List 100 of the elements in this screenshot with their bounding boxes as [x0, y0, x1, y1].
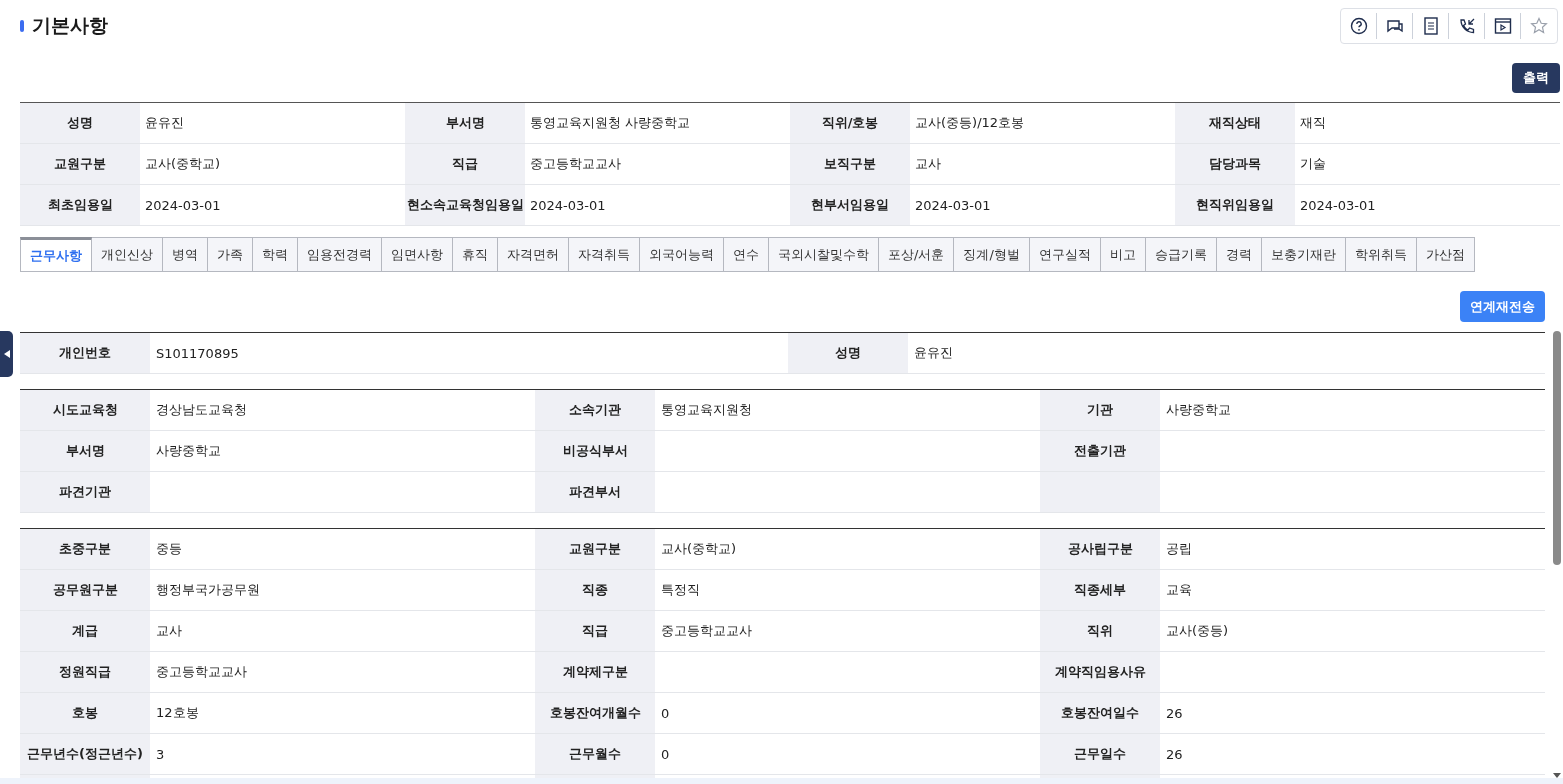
- field-label: 소속기관: [535, 390, 655, 430]
- field-label: 근무월수: [535, 734, 655, 774]
- field-value: 공립: [1165, 540, 1193, 558]
- field-value: 경상남도교육청: [155, 401, 248, 419]
- field-label: 직급: [535, 611, 655, 651]
- field-value: 3: [155, 745, 166, 764]
- field-label: 현부서임용일: [790, 185, 910, 225]
- field-value: 0: [660, 745, 671, 764]
- tab[interactable]: 가산점: [1416, 237, 1475, 272]
- tab[interactable]: 휴직: [453, 237, 498, 272]
- field-value: 윤유진: [144, 114, 185, 132]
- tab[interactable]: 포상/서훈: [879, 237, 955, 272]
- field-label: 교원구분: [535, 529, 655, 569]
- field-value: 12호봉: [155, 704, 200, 722]
- field-label: 보직구분: [790, 144, 910, 184]
- field-value: 교사(중학교): [660, 540, 738, 558]
- field-label: 파견기관: [20, 472, 150, 512]
- field-label: 직급: [405, 144, 525, 184]
- resend-button[interactable]: 연계재전송: [1460, 291, 1545, 322]
- tab[interactable]: 국외시찰및수학: [769, 237, 879, 272]
- field-label: 비공식부서: [535, 431, 655, 471]
- tab[interactable]: 학위취득: [1345, 237, 1417, 272]
- field-label: 직종: [535, 570, 655, 610]
- tab[interactable]: 경력: [1216, 237, 1262, 272]
- tab[interactable]: 임용전경력: [298, 237, 382, 272]
- tab[interactable]: 연수: [724, 237, 769, 272]
- page-title: 기본사항: [32, 13, 108, 38]
- field-label: 성명: [20, 103, 140, 143]
- field-value: 기술: [1299, 155, 1327, 173]
- scroll-down-arrow-icon[interactable]: [1553, 773, 1561, 778]
- tab[interactable]: 학력: [253, 237, 298, 272]
- tab[interactable]: 임면사항: [382, 237, 453, 272]
- field-label: 직위/호봉: [790, 103, 910, 143]
- field-value: 윤유진: [912, 344, 954, 362]
- field-label: 정원직급: [20, 652, 150, 692]
- field-value: 2024-03-01: [529, 196, 607, 215]
- field-label: 근무년수(정근년수): [20, 734, 150, 774]
- field-value: 통영교육지원청: [660, 401, 753, 419]
- tab[interactable]: 병역: [163, 237, 208, 272]
- field-value: 중고등학교교사: [660, 622, 753, 640]
- field-label: 시도교육청: [20, 390, 150, 430]
- scrollbar-thumb[interactable]: [1553, 331, 1561, 565]
- tab[interactable]: 징계/형벌: [954, 237, 1030, 272]
- tab[interactable]: 가족: [208, 237, 253, 272]
- tab[interactable]: 비고: [1100, 237, 1146, 272]
- field-value: 2024-03-01: [914, 196, 992, 215]
- field-label: 기관: [1040, 390, 1160, 430]
- field-label: 개인번호: [20, 333, 150, 373]
- field-value: 중고등학교교사: [529, 155, 622, 173]
- field-value: 26: [1165, 704, 1184, 723]
- field-label: 호봉잔여일수: [1040, 693, 1160, 733]
- field-label: 초중구분: [20, 529, 150, 569]
- field-label: 근무일수: [1040, 734, 1160, 774]
- field-label: 계약직임용사유: [1040, 652, 1160, 692]
- tab[interactable]: 근무사항: [20, 237, 92, 272]
- title-marker: [20, 20, 24, 32]
- field-value: 교사: [155, 622, 183, 640]
- field-value: 특정직: [660, 581, 701, 599]
- field-value: 중고등학교교사: [155, 663, 248, 681]
- field-label: 부서명: [405, 103, 525, 143]
- field-value: S101170895: [155, 344, 240, 363]
- field-label: 파견부서: [535, 472, 655, 512]
- field-value: 행정부국가공무원: [155, 581, 261, 599]
- field-label: 부서명: [20, 431, 150, 471]
- field-label: 직위: [1040, 611, 1160, 651]
- field-value: 통영교육지원청 사량중학교: [529, 114, 692, 132]
- print-button[interactable]: 출력: [1512, 63, 1560, 93]
- field-value: 교사(중등)/12호봉: [914, 114, 1026, 132]
- field-value: 사량중학교: [1165, 401, 1232, 419]
- field-label: 호봉잔여개월수: [535, 693, 655, 733]
- tab[interactable]: 개인신상: [92, 237, 163, 272]
- field-value: 2024-03-01: [144, 196, 222, 215]
- field-value: 2024-03-01: [1299, 196, 1377, 215]
- field-label: 최초임용일: [20, 185, 140, 225]
- field-value: 사량중학교: [155, 442, 222, 460]
- field-label: 계급: [20, 611, 150, 651]
- tab[interactable]: 보충기재란: [1261, 237, 1346, 272]
- field-label: 현직위임용일: [1175, 185, 1295, 225]
- tab[interactable]: 자격면허: [498, 237, 569, 272]
- field-label: 공사립구분: [1040, 529, 1160, 569]
- tab[interactable]: 승급기록: [1145, 237, 1217, 272]
- collapse-handle[interactable]: [0, 331, 13, 377]
- field-value: 교사(중학교): [144, 155, 222, 173]
- tab[interactable]: 연구실적: [1029, 237, 1101, 272]
- field-value: 중등: [155, 540, 183, 558]
- tab[interactable]: 자격취득: [569, 237, 640, 272]
- field-value: 재직: [1299, 114, 1327, 132]
- field-label: 전출기관: [1040, 431, 1160, 471]
- field-value: 교육: [1165, 581, 1193, 599]
- field-value: 26: [1165, 745, 1184, 764]
- field-label: 담당과목: [1175, 144, 1295, 184]
- field-value: 교사(중등): [1165, 622, 1230, 640]
- field-label: 현소속교육청임용일: [405, 185, 525, 225]
- tab[interactable]: 외국어능력: [640, 237, 724, 272]
- field-label: 성명: [787, 333, 908, 373]
- field-value: 교사: [914, 155, 942, 173]
- field-label: 교원구분: [20, 144, 140, 184]
- field-label: 직종세부: [1040, 570, 1160, 610]
- field-label: 재직상태: [1175, 103, 1295, 143]
- field-label: 호봉: [20, 693, 150, 733]
